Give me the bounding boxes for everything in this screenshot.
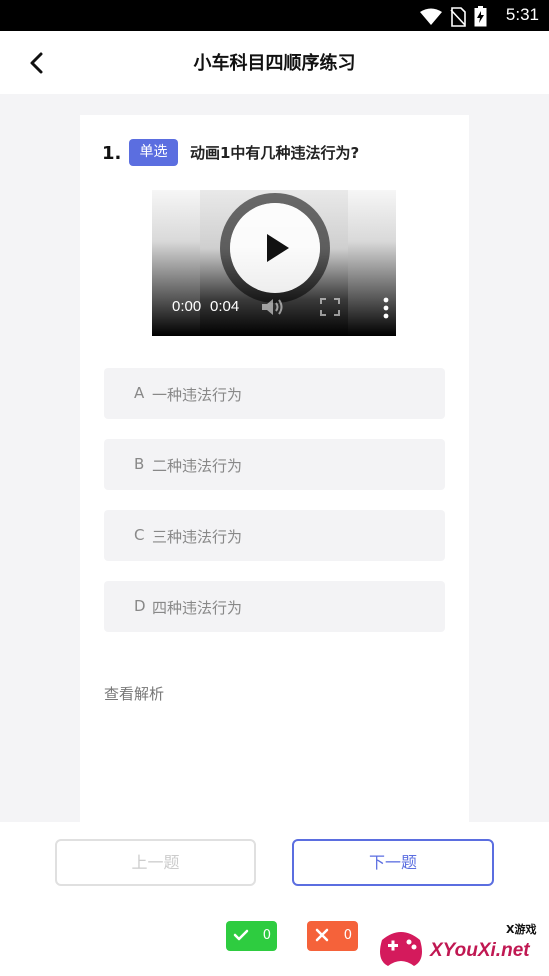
wrong-count: 0	[343, 928, 352, 943]
correct-count-badge[interactable]: 0	[226, 921, 277, 951]
video-current-time: 0:00	[172, 298, 202, 315]
site-watermark: XYouXi.net X游戏	[378, 918, 549, 976]
watermark-brand: XYouXi.net	[430, 940, 530, 961]
option-text: 四种违法行为	[152, 599, 243, 617]
app-header: 小车科目四顺序练习	[0, 31, 549, 94]
video-player[interactable]: 0:00 0:04	[152, 190, 396, 336]
next-question-button[interactable]: 下一题	[292, 839, 494, 886]
option-c[interactable]: C 三种违法行为	[104, 510, 445, 561]
status-icons	[420, 6, 487, 27]
question-card: 1. 单选 动画1中有几种违法行为? 0:00 0:04 A 一种违法行为 B …	[80, 115, 469, 825]
option-text: 一种违法行为	[152, 386, 243, 404]
correct-count: 0	[262, 928, 271, 943]
page-title: 小车科目四顺序练习	[193, 53, 356, 74]
option-letter: A	[134, 384, 145, 402]
option-text: 二种违法行为	[152, 457, 243, 475]
question-number: 1.	[102, 143, 122, 164]
option-d[interactable]: D 四种违法行为	[104, 581, 445, 632]
video-total-time: 0:04	[210, 298, 240, 315]
battery-charging-icon	[474, 6, 487, 27]
gamepad-logo-icon	[380, 932, 422, 966]
previous-question-button[interactable]: 上一题	[55, 839, 256, 886]
question-text: 动画1中有几种违法行为?	[190, 144, 360, 162]
no-sim-icon	[450, 6, 466, 27]
play-icon	[267, 234, 289, 262]
option-letter: C	[134, 526, 145, 544]
more-vert-icon[interactable]	[383, 297, 389, 319]
status-bar: 5:31	[0, 0, 549, 31]
check-icon	[233, 929, 249, 941]
option-letter: D	[134, 597, 146, 615]
status-time: 5:31	[505, 5, 539, 24]
option-text: 三种违法行为	[152, 528, 243, 546]
watermark-sub: X游戏	[506, 923, 537, 936]
question-type-badge: 单选	[129, 139, 178, 166]
view-analysis-link[interactable]: 查看解析	[104, 683, 164, 704]
wifi-icon	[420, 8, 442, 25]
cross-icon	[315, 928, 329, 942]
wrong-count-badge[interactable]: 0	[307, 921, 358, 951]
option-b[interactable]: B 二种违法行为	[104, 439, 445, 490]
play-button[interactable]	[230, 203, 320, 293]
fullscreen-icon[interactable]	[320, 298, 340, 316]
option-letter: B	[134, 455, 145, 473]
option-a[interactable]: A 一种违法行为	[104, 368, 445, 419]
volume-icon[interactable]	[260, 296, 286, 318]
